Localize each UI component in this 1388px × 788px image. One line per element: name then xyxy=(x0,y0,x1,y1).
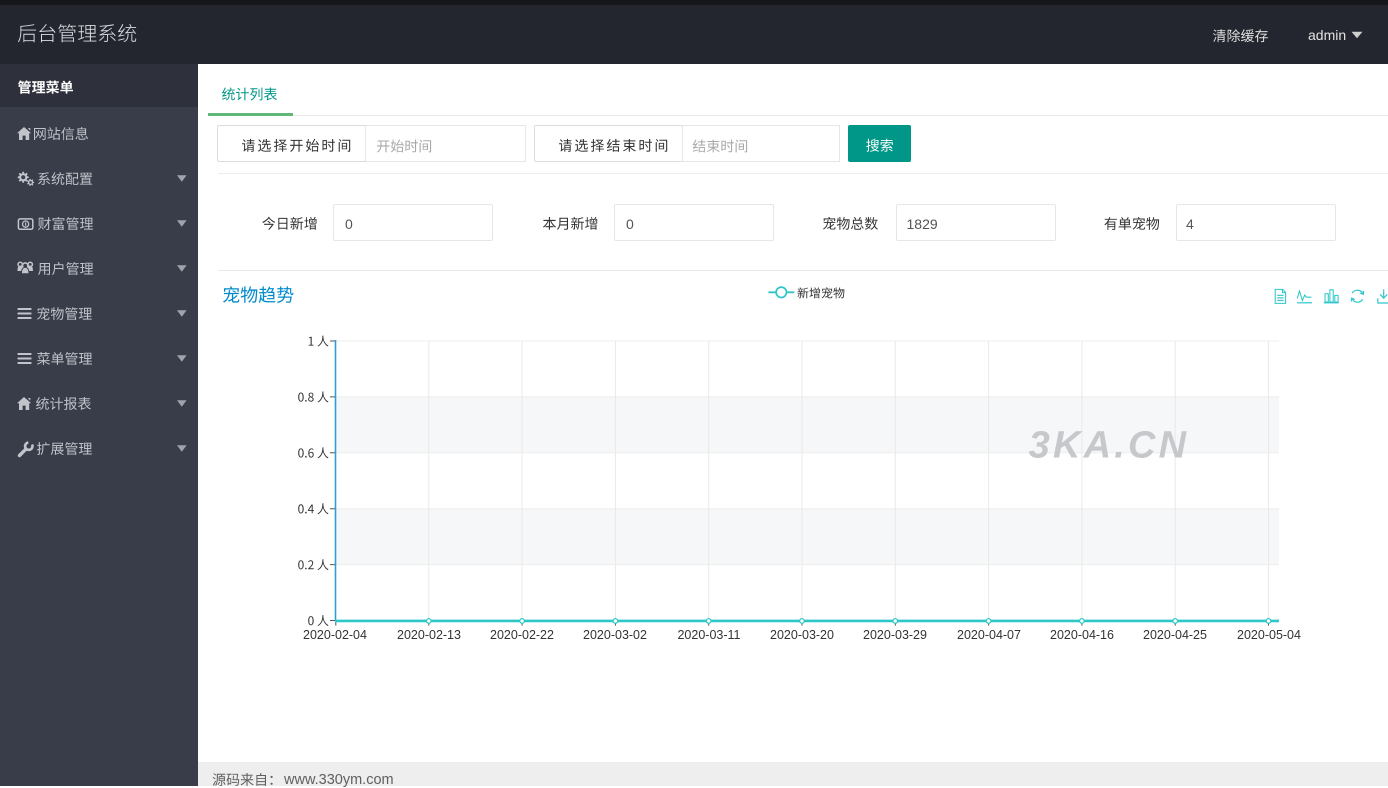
svg-text:3KA.CN: 3KA.CN xyxy=(1029,425,1190,467)
